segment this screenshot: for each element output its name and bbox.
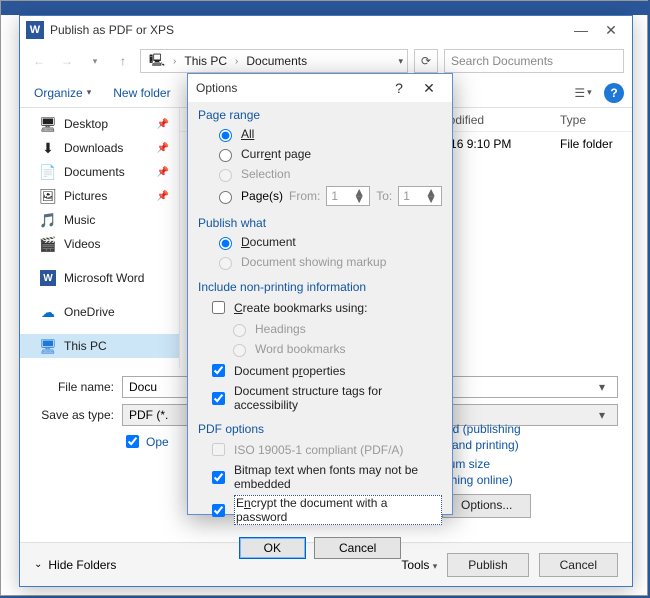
check-encrypt[interactable]: Encrypt the document with a password (198, 493, 442, 527)
check-doc-structure[interactable]: Document structure tags for accessibilit… (198, 382, 442, 414)
options-buttons: OK Cancel (188, 529, 452, 569)
sidebar-item-documents[interactable]: 📄Documents📌 (20, 160, 179, 184)
radio-word-bookmarks: Word bookmarks (198, 339, 442, 359)
radio-pages[interactable] (219, 191, 232, 204)
pin-icon: 📌 (157, 167, 169, 178)
new-folder-button[interactable]: New folder (107, 84, 176, 102)
dropdown-icon: ▾ (593, 380, 611, 394)
ok-button[interactable]: OK (239, 537, 306, 559)
options-close-button[interactable]: ✕ (414, 80, 444, 97)
breadcrumb-documents[interactable]: Documents (242, 52, 311, 70)
music-icon: 🎵 (40, 212, 56, 228)
word-icon: W (26, 21, 44, 39)
breadcrumb-drop-icon[interactable]: ▾ (398, 56, 403, 67)
search-input[interactable]: Search Documents (444, 49, 624, 73)
file-name-label: File name: (34, 380, 114, 394)
from-spinner[interactable]: 1▲▼ (326, 186, 370, 206)
publish-button[interactable]: Publish (447, 553, 528, 577)
radio-current-page[interactable]: Current page (198, 144, 442, 164)
radio-document-markup: Document showing markup (198, 252, 442, 272)
minimize-button[interactable]: — (566, 22, 596, 38)
refresh-button[interactable]: ⟳ (414, 49, 438, 73)
sidebar-item-music[interactable]: 🎵Music (20, 208, 179, 232)
page-range-group: Page range (198, 104, 442, 124)
check-create-bookmarks[interactable]: Create bookmarks using: (198, 296, 442, 319)
sidebar-item-thispc[interactable]: 🖥This PC (20, 334, 179, 358)
options-title: Options (196, 81, 384, 95)
radio-selection: Selection (198, 164, 442, 184)
view-button[interactable]: ☰▾ (570, 82, 596, 104)
sidebar-item-videos[interactable]: 🎬Videos (20, 232, 179, 256)
help-button[interactable]: ? (604, 83, 624, 103)
breadcrumb[interactable]: 🖳 › This PC › Documents ▾ (140, 49, 408, 73)
desktop-icon: 🖥 (40, 116, 56, 132)
options-title-bar: Options ? ✕ (188, 74, 452, 102)
word-icon: W (40, 270, 56, 286)
sidebar-item-word[interactable]: WMicrosoft Word (20, 266, 179, 290)
check-bitmap[interactable]: Bitmap text when fonts may not be embedd… (198, 461, 442, 493)
from-label: From: (289, 189, 320, 203)
options-dialog: Options ? ✕ Page range All Current page … (187, 73, 453, 515)
chevron-down-icon: ⌄ (34, 559, 42, 570)
include-np-group: Include non-printing information (198, 276, 442, 296)
to-spinner[interactable]: 1▲▼ (398, 186, 442, 206)
documents-icon: 📄 (40, 164, 56, 180)
organize-button[interactable]: Organize▾ (28, 84, 97, 102)
radio-all[interactable]: All (198, 124, 442, 144)
options-cancel-button[interactable]: Cancel (314, 537, 401, 559)
onedrive-icon: ☁ (40, 304, 56, 320)
to-label: To: (376, 189, 392, 203)
pictures-icon: 🖼 (40, 188, 56, 204)
cancel-button[interactable]: Cancel (539, 553, 618, 577)
check-iso: ISO 19005-1 compliant (PDF/A) (198, 438, 442, 461)
sidebar: 🖥Desktop📌 ⬇Downloads📌 📄Documents📌 🖼Pictu… (20, 108, 180, 368)
dialog-title: Publish as PDF or XPS (50, 23, 566, 37)
pc-icon: 🖥 (40, 338, 56, 354)
publish-what-group: Publish what (198, 212, 442, 232)
videos-icon: 🎬 (40, 236, 56, 252)
pin-icon: 📌 (157, 191, 169, 202)
radio-document[interactable]: Document (198, 232, 442, 252)
pin-icon: 📌 (157, 143, 169, 154)
recent-button[interactable]: ▾ (84, 50, 106, 72)
options-button[interactable]: Options... (442, 494, 531, 518)
pages-label: Page(s) (241, 189, 283, 203)
close-button[interactable]: ✕ (596, 22, 626, 39)
optimize-section: ard (publishing e and printing) num size… (442, 422, 612, 518)
downloads-icon: ⬇ (40, 140, 56, 156)
radio-pages-row: Page(s) From: 1▲▼ To: 1▲▼ (198, 184, 442, 208)
sidebar-item-downloads[interactable]: ⬇Downloads📌 (20, 136, 179, 160)
check-doc-properties[interactable]: Document properties (198, 359, 442, 382)
title-bar: W Publish as PDF or XPS — ✕ (20, 16, 632, 44)
pc-icon: 🖳 (145, 49, 169, 74)
sidebar-item-desktop[interactable]: 🖥Desktop📌 (20, 112, 179, 136)
sidebar-item-onedrive[interactable]: ☁OneDrive (20, 300, 179, 324)
sidebar-item-pictures[interactable]: 🖼Pictures📌 (20, 184, 179, 208)
breadcrumb-thispc[interactable]: This PC (180, 52, 231, 70)
search-placeholder: Search Documents (451, 54, 553, 68)
options-help-button[interactable]: ? (384, 80, 414, 96)
back-button[interactable]: ← (28, 50, 50, 72)
pin-icon: 📌 (157, 119, 169, 130)
radio-headings: Headings (198, 319, 442, 339)
up-button[interactable]: ↑ (112, 50, 134, 72)
save-as-type-label: Save as type: (34, 408, 114, 422)
hide-folders-button[interactable]: Hide Folders (48, 558, 116, 572)
dropdown-icon: ▾ (593, 408, 611, 422)
forward-button[interactable]: → (56, 50, 78, 72)
col-type[interactable]: Type (552, 113, 632, 127)
pdf-options-group: PDF options (198, 418, 442, 438)
